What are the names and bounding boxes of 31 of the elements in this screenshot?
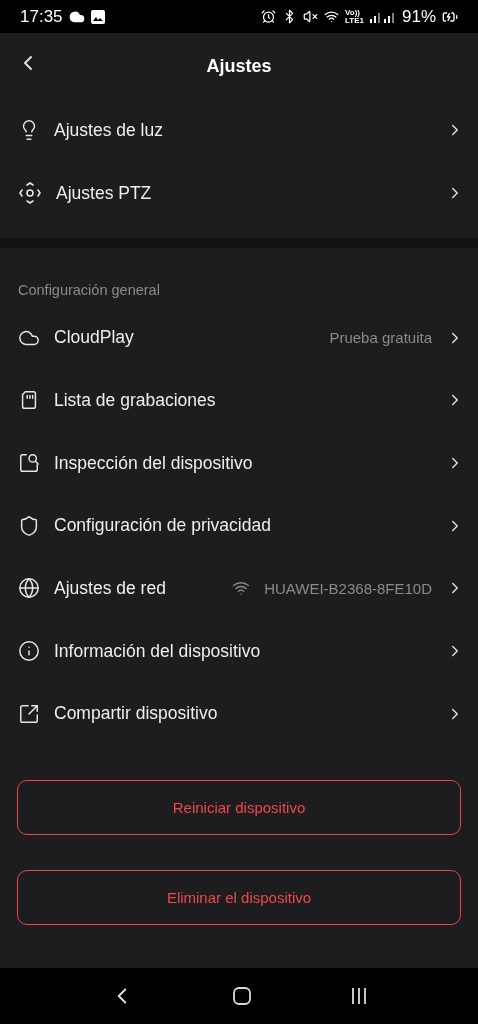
camera-move-icon [18,181,42,206]
settings-item[interactable]: Información del dispositivo [54,640,432,662]
wifi-icon [324,9,339,24]
inspect-icon [18,452,40,475]
settings-item[interactable]: Configuración de privacidad [54,515,432,537]
settings-item[interactable]: Inspección del dispositivo [54,452,432,474]
item-value: HUAWEI-B2368-8FE10D [264,579,432,597]
mute-icon [303,9,318,24]
settings-item[interactable]: Lista de grabaciones [54,389,432,411]
settings-item[interactable]: Ajustes PTZ [56,182,432,204]
globe-icon [18,577,40,600]
alarm-icon [261,9,276,24]
danger-button[interactable]: Eliminar el dispositivo [17,870,461,926]
settings-item[interactable]: CloudPlay [54,327,316,349]
settings-item[interactable]: Compartir dispositivo [54,703,432,725]
image-icon [90,9,105,24]
wifi-icon [232,579,251,598]
volte-label: Vo)) LTE1 [345,8,364,25]
shield-icon [18,514,40,537]
settings-item[interactable]: Ajustes de luz [54,119,432,141]
settings-item[interactable]: Ajustes de red [54,577,219,599]
danger-button[interactable]: Reiniciar dispositivo [17,780,461,836]
info-icon [18,640,40,663]
battery-level: 91% [401,6,436,27]
page-title: Ajustes [206,55,272,77]
status-time: 17:35 [20,6,63,27]
share-icon [18,702,40,725]
section-title: Configuración general [17,281,161,301]
home-icon[interactable] [232,986,252,1006]
signal-icon [369,10,396,23]
item-value: Prueba gratuita [329,329,432,347]
